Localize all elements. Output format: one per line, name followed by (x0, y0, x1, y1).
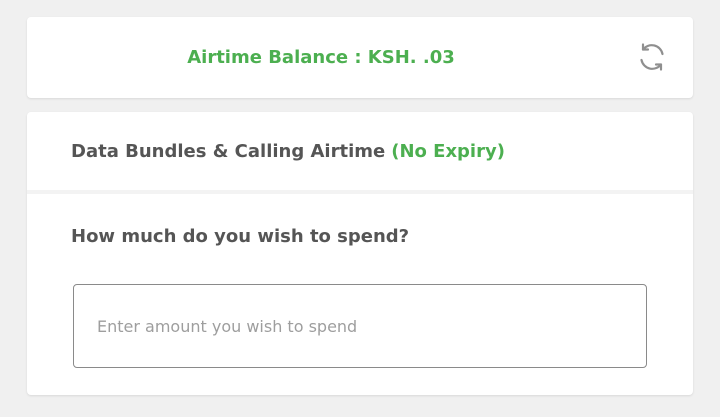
section-header: Data Bundles & Calling Airtime (No Expiry… (27, 112, 693, 194)
no-expiry-note: (No Expiry) (391, 140, 505, 162)
amount-input[interactable] (73, 284, 647, 368)
section-title: Data Bundles & Calling Airtime (71, 140, 386, 162)
spend-question-label: How much do you wish to spend? (71, 226, 410, 247)
refresh-icon (640, 43, 664, 71)
data-bundles-card: Data Bundles & Calling Airtime (No Expiry… (27, 112, 693, 395)
airtime-balance-text: Airtime Balance : KSH. .03 (187, 47, 455, 68)
refresh-balance-button[interactable] (635, 40, 669, 74)
airtime-balance-card: Airtime Balance : KSH. .03 (27, 17, 693, 98)
